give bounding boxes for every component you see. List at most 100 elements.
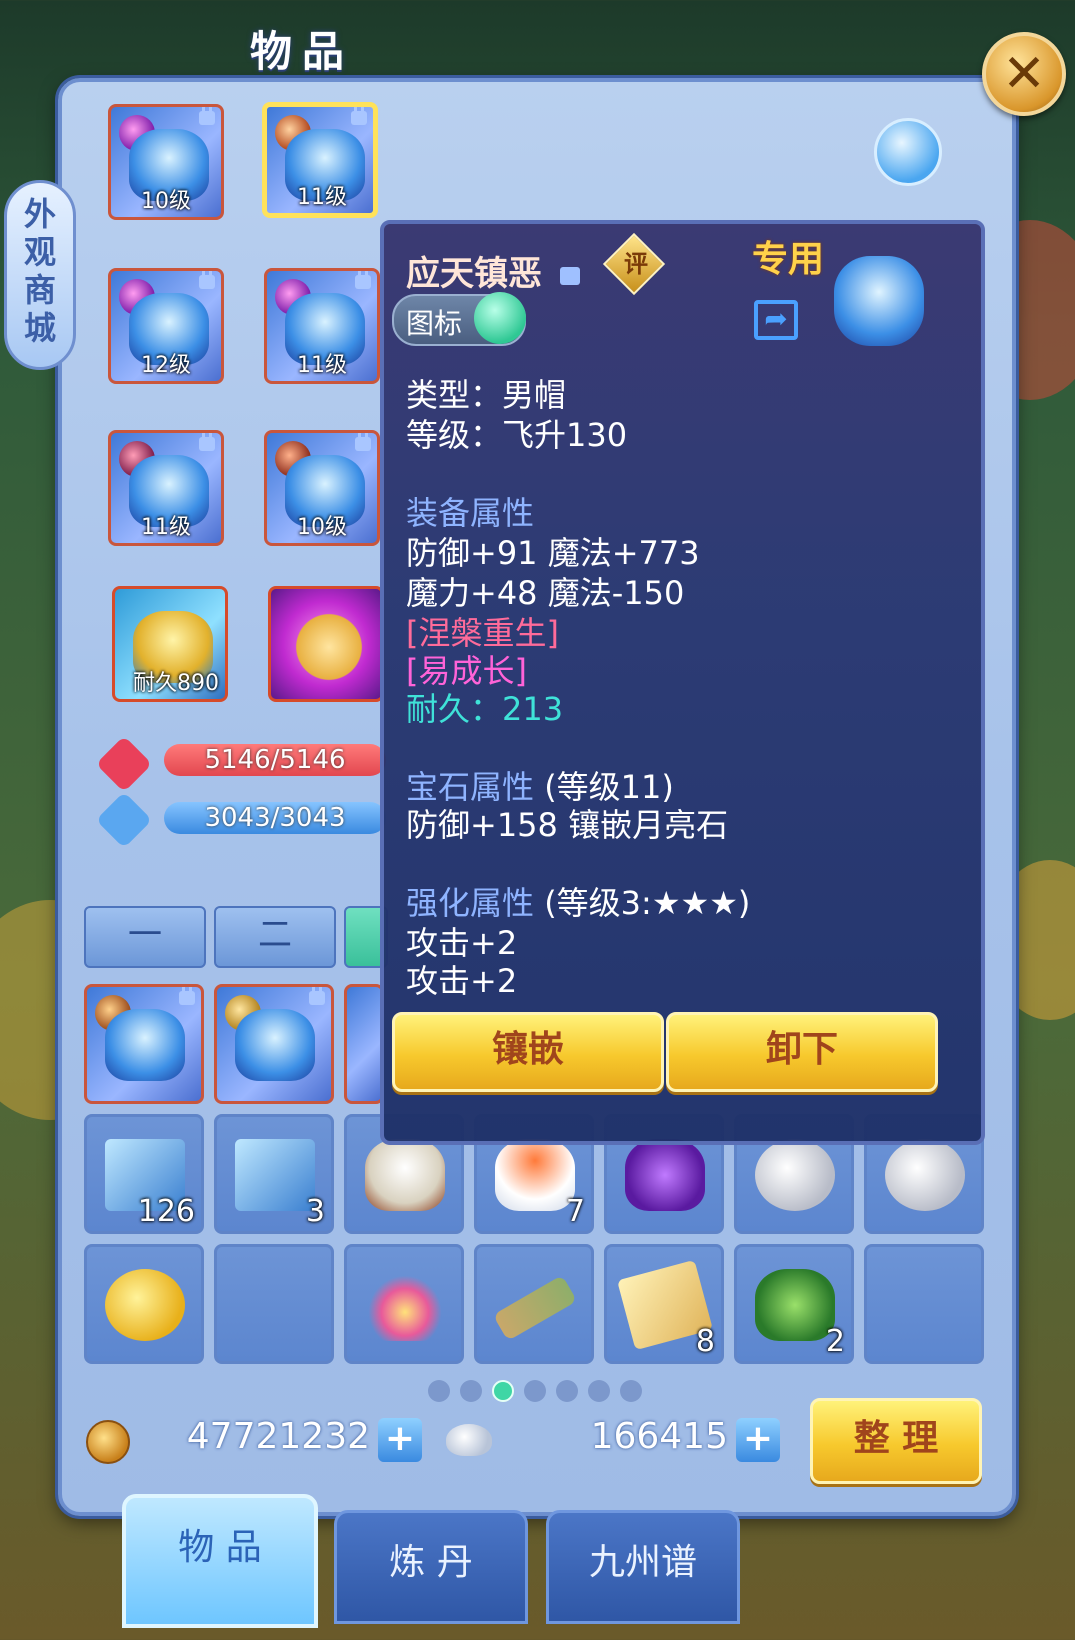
equip-slot-necklace[interactable]: 11级 [264, 268, 380, 384]
level-line: 等级：飞升130 [406, 416, 628, 454]
weapon-icon [105, 1009, 185, 1081]
bag-item-skill-book[interactable]: 126 [84, 1114, 204, 1234]
gem-attr-line: 防御+158 镶嵌月亮石 [406, 806, 729, 844]
item-name-text: 应天镇恶 [406, 254, 542, 294]
bag-slot-empty[interactable] [864, 1244, 984, 1364]
shop-char: 城 [23, 309, 56, 347]
equip-slot-helmet[interactable]: 11级 [262, 102, 378, 218]
equip-slot-weapon[interactable]: 10级 [108, 104, 224, 220]
item-count: 3 [305, 1194, 325, 1229]
coin-icon [86, 1420, 130, 1464]
bag-item-skill-book[interactable]: 3 [214, 1114, 334, 1234]
fruit-cup-icon [495, 1139, 575, 1211]
exclusive-label: 专用 [752, 239, 825, 280]
tab-alchemy[interactable]: 炼 丹 [334, 1510, 528, 1624]
silver-coin-icon [755, 1139, 835, 1211]
lock-icon [179, 987, 195, 1005]
close-icon: ✕ [1002, 44, 1046, 104]
silver-coin-icon [885, 1139, 965, 1211]
equip-slot-artifact[interactable]: 耐久890 [112, 586, 228, 702]
page-dot-7[interactable] [620, 1380, 642, 1402]
icon-toggle-label: 图标 [406, 307, 463, 340]
equip-slot-armor[interactable]: 12级 [108, 268, 224, 384]
equip-slot-belt[interactable]: 11级 [108, 430, 224, 546]
page-dot-4[interactable] [524, 1380, 546, 1402]
bag-slot-empty[interactable] [214, 1244, 334, 1364]
item-level: 11级 [297, 353, 347, 378]
item-level: 11级 [141, 515, 191, 540]
page-dot-1[interactable] [428, 1380, 450, 1402]
share-icon[interactable]: ➦ [754, 300, 798, 340]
item-count: 8 [695, 1324, 715, 1359]
item-preview-icon [834, 256, 924, 346]
add-coins-button[interactable]: + [378, 1418, 422, 1462]
enhance-header-text: 强化属性 [406, 884, 535, 922]
tab-items[interactable]: 物 品 [122, 1494, 318, 1628]
book-icon [235, 1139, 315, 1211]
bag-item-weapon[interactable] [84, 984, 204, 1104]
item-level: 10级 [141, 189, 191, 214]
shoes-icon [235, 1009, 315, 1081]
page-dot-3[interactable] [492, 1380, 514, 1402]
item-count: 2 [825, 1324, 845, 1359]
shop-char: 商 [23, 271, 56, 309]
bag-tab-1[interactable]: 一 [84, 906, 206, 968]
item-level: 10级 [297, 515, 347, 540]
add-silver-button[interactable]: + [736, 1418, 780, 1462]
plus-icon: + [742, 1418, 774, 1459]
lock-icon [199, 271, 215, 289]
bag-item-scroll[interactable]: 8 [604, 1244, 724, 1364]
silver-amount: 166415 [590, 1416, 728, 1457]
bag-item-herb[interactable]: 2 [734, 1244, 854, 1364]
necklace-icon [365, 1269, 445, 1341]
item-count: 7 [565, 1194, 585, 1229]
bag-tab-2[interactable]: 二 [214, 906, 336, 968]
item-count: 126 [137, 1194, 195, 1229]
palm-icon [289, 611, 369, 683]
inlay-button[interactable]: 镶嵌 [392, 1012, 664, 1092]
mp-bar: 3043/3043 [164, 802, 386, 834]
lock-icon [355, 433, 371, 451]
coin-amount: 47721232 [186, 1416, 370, 1457]
lock-icon [199, 433, 215, 451]
bag-item-golden-fruit[interactable] [84, 1244, 204, 1364]
sort-button[interactable]: 整 理 [810, 1398, 982, 1484]
herb-icon [755, 1269, 835, 1341]
lock-icon [309, 987, 325, 1005]
bowl-icon [365, 1139, 445, 1211]
shop-char: 外 [23, 195, 56, 233]
bag-item-shoes[interactable] [214, 984, 334, 1104]
enhance-level-text: (等级3:★★★) [544, 884, 751, 922]
close-button[interactable]: ✕ [982, 32, 1066, 116]
grapes-icon [625, 1139, 705, 1211]
item-durability: 耐久890 [133, 671, 219, 696]
lock-icon [199, 107, 215, 125]
equip-slot-shoes[interactable]: 10级 [264, 430, 380, 546]
tab-jiuzhou[interactable]: 九州谱 [546, 1510, 740, 1624]
zither-icon [492, 1275, 578, 1341]
durability-line: 耐久：213 [406, 690, 564, 728]
transmog-icon[interactable] [874, 118, 942, 186]
appearance-shop-button[interactable]: 外 观 商 城 [4, 180, 76, 370]
shop-char: 观 [23, 233, 56, 271]
lock-icon [351, 107, 367, 125]
equip-slot-talisman[interactable] [268, 586, 384, 702]
enhance-attr-line: 攻击+2 [406, 962, 518, 1000]
silver-ingot-icon [446, 1424, 492, 1456]
bag-item-zither[interactable] [474, 1244, 594, 1364]
unequip-button[interactable]: 卸下 [666, 1012, 938, 1092]
item-level: 12级 [141, 353, 191, 378]
plus-icon: + [384, 1418, 416, 1459]
icon-toggle[interactable]: 图标 [392, 292, 526, 346]
bag-item-necklace[interactable] [344, 1244, 464, 1364]
item-level: 11级 [297, 185, 347, 210]
page-dot-6[interactable] [588, 1380, 610, 1402]
page-dot-5[interactable] [556, 1380, 578, 1402]
golden-fruit-icon [105, 1269, 185, 1341]
lock-icon [559, 267, 580, 285]
hp-bar: 5146/5146 [164, 744, 386, 776]
toggle-knob [474, 292, 526, 344]
item-tooltip: 应天镇恶 评 专用 图标 ➦ 类型：男帽 等级：飞升130 装备属性 防御+91… [380, 220, 985, 1145]
bag-item-partial[interactable] [344, 984, 384, 1104]
page-dot-2[interactable] [460, 1380, 482, 1402]
